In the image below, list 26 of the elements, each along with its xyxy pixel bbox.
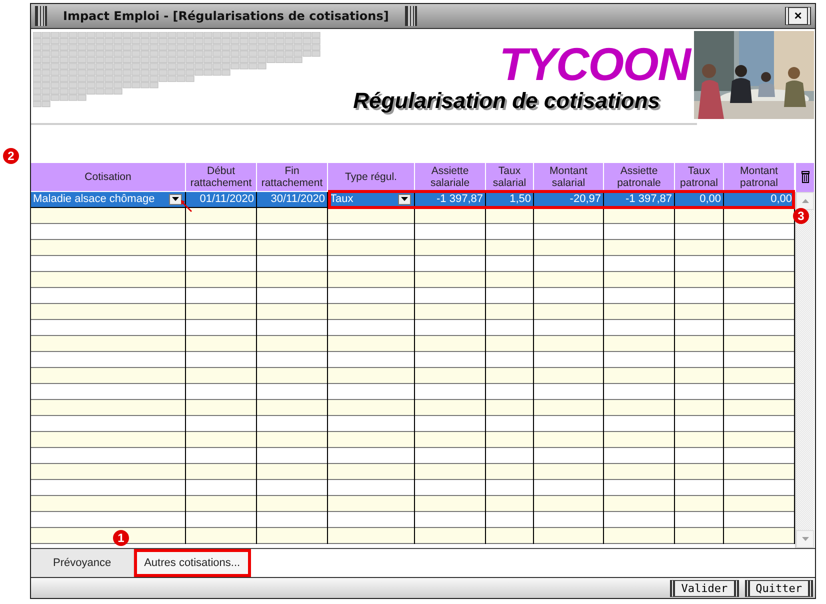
trash-icon[interactable] [800,171,810,184]
table-cell: Taux [330,192,354,207]
brand-logo-text: TYCOON [499,38,690,89]
caret-icon [401,197,408,202]
column-header: Assiette salariale [415,162,486,192]
column-header: Taux salarial [486,162,534,192]
tab[interactable]: Autres cotisations... [134,549,252,578]
scroll-up-icon[interactable] [796,192,814,210]
column-header: Type régul. [328,162,415,192]
banner-heading: Régularisation de cotisations [353,88,660,113]
dropdown-button[interactable] [398,194,411,205]
table-cell: Maladie alsace chômage [33,192,155,207]
scrollbar[interactable] [795,192,814,548]
pointer-arrow [180,199,194,213]
action-button[interactable]: Quitter [744,580,813,597]
close-button[interactable]: × [785,6,811,25]
caret-icon [172,197,179,202]
scroll-down-icon[interactable] [796,530,814,548]
action-button[interactable]: Valider [670,580,739,597]
column-header: Taux patronal [675,162,724,192]
callout-badge: 2 [3,148,19,164]
dropdown-button[interactable] [169,194,182,205]
column-header: Assiette patronale [604,162,675,192]
window-title: Impact Emploi - [Régularisations de cotisations] [62,8,390,23]
tab[interactable]: Prévoyance [31,549,134,578]
column-header: Montant salarial [534,162,604,192]
